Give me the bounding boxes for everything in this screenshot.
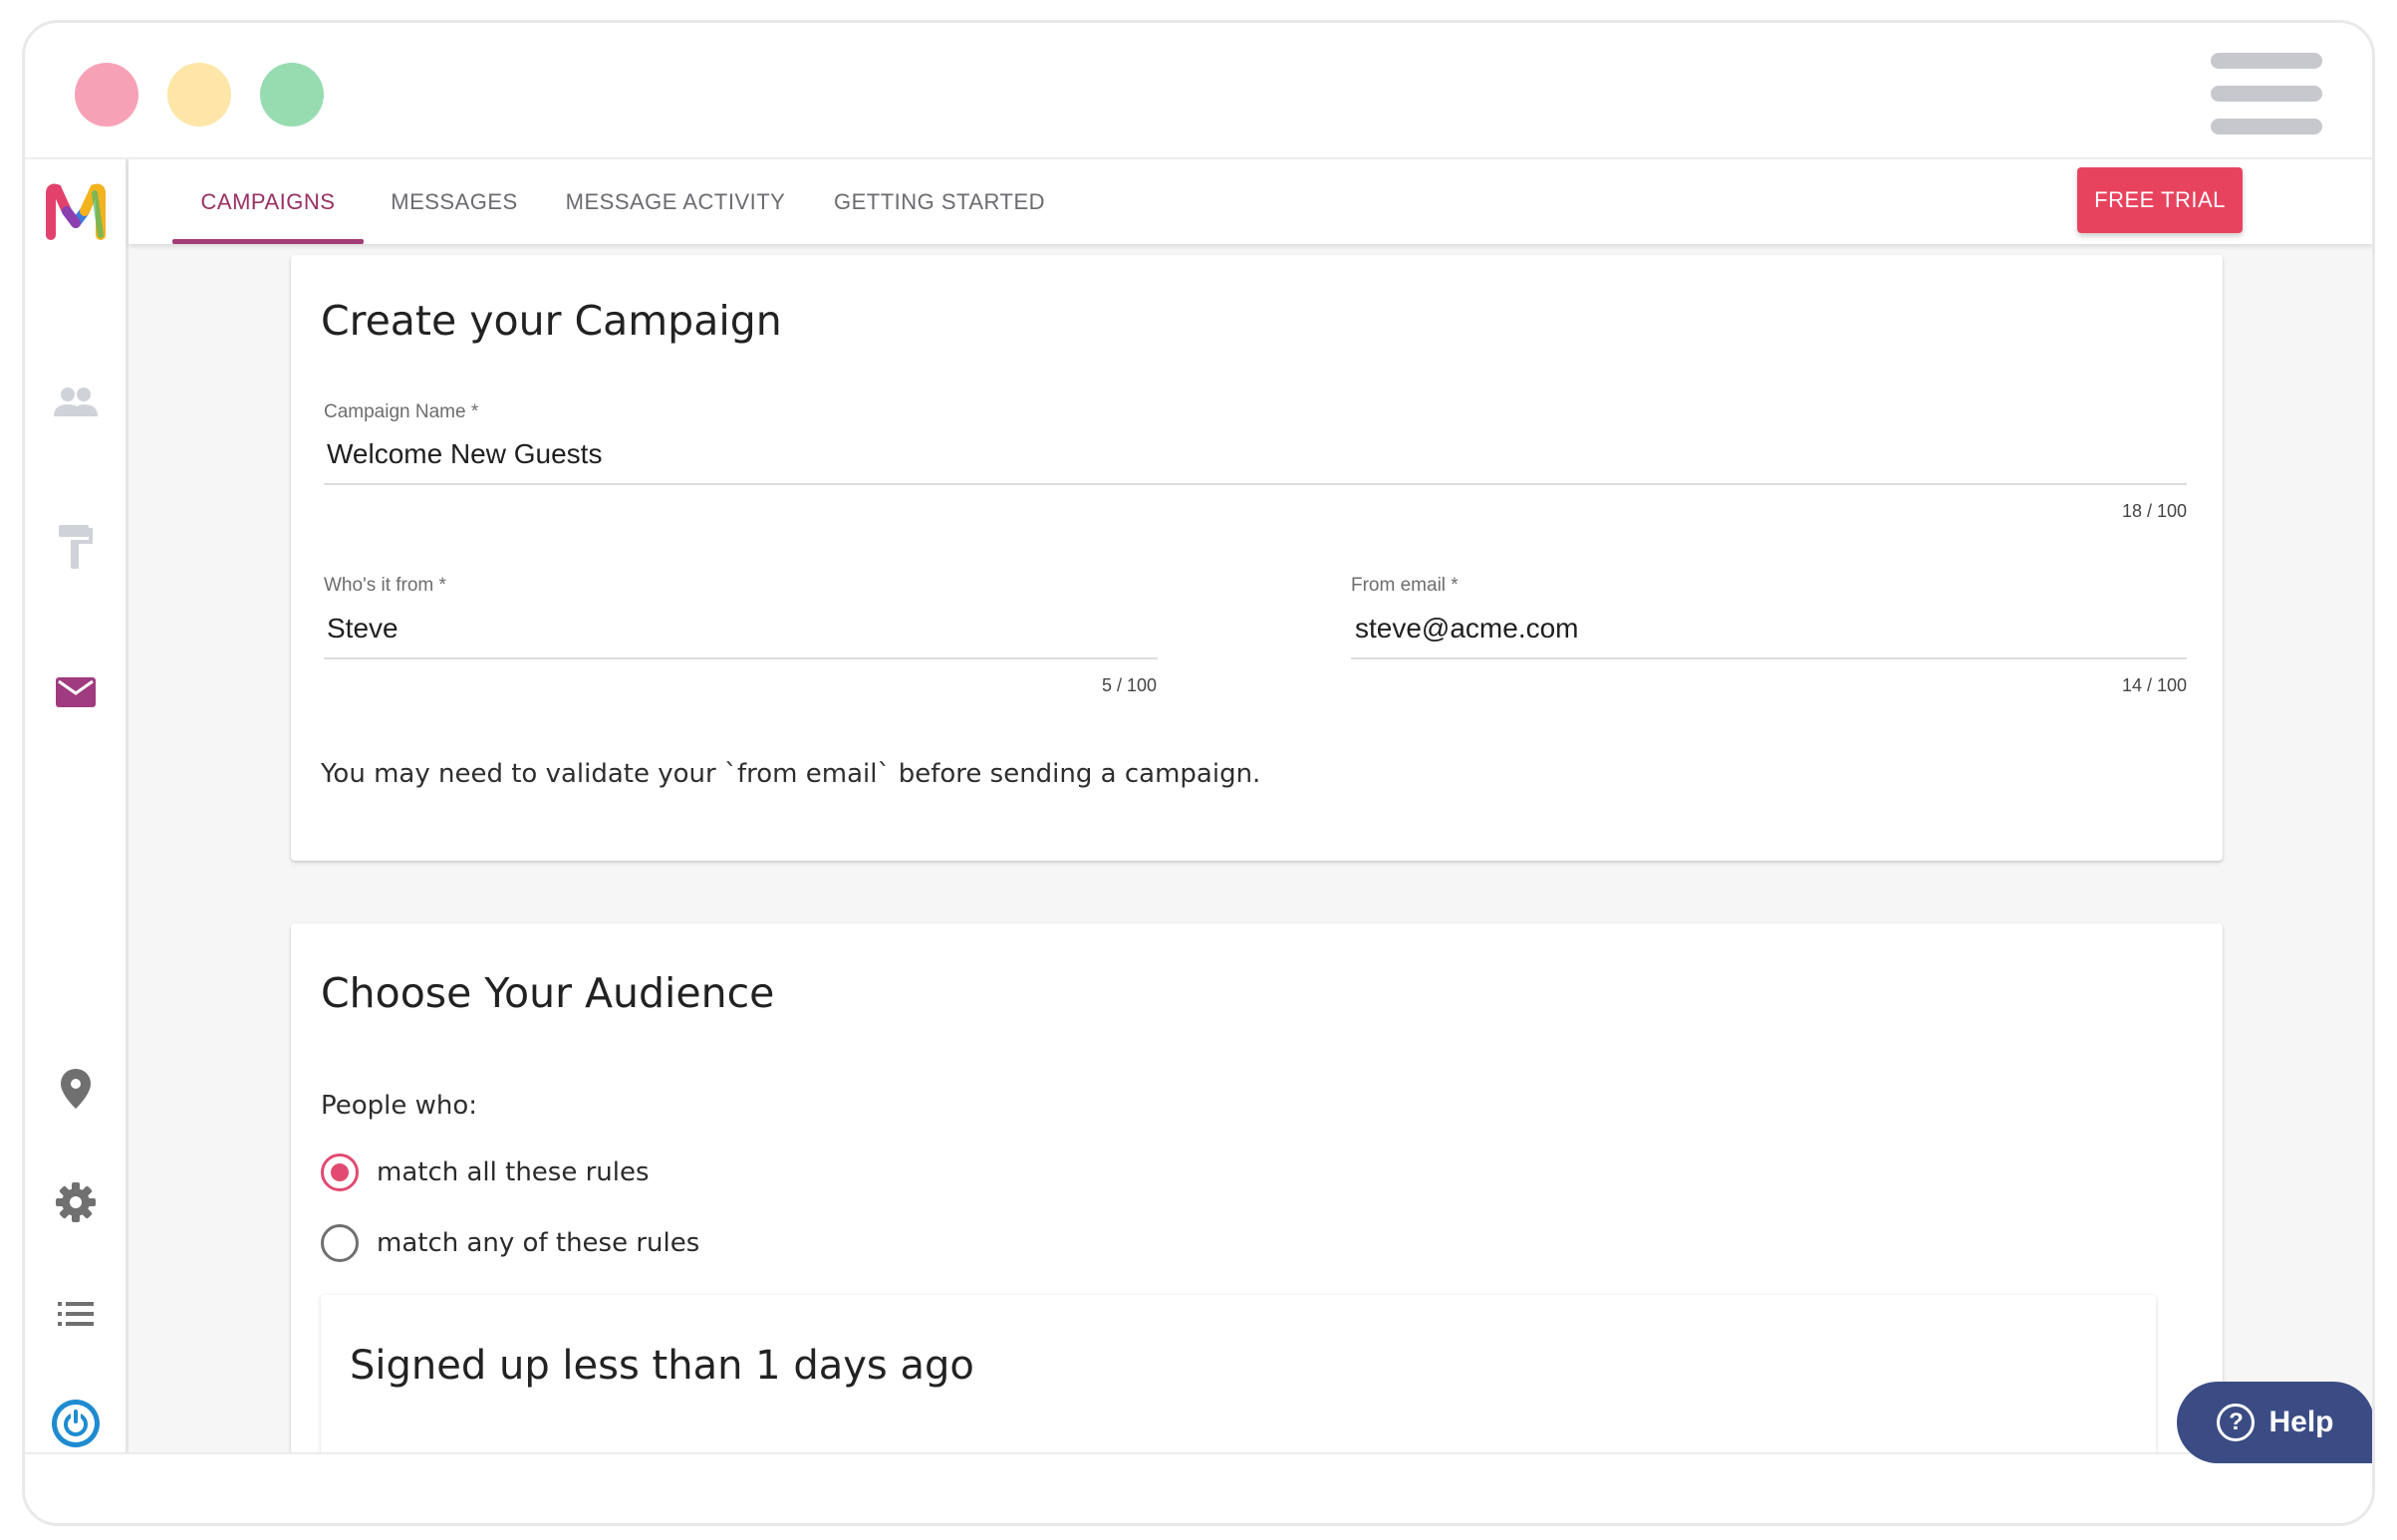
campaign-name-counter: 18 / 100	[2121, 501, 2187, 521]
match-any-option[interactable]: match any of these rules	[321, 1223, 699, 1263]
radio-match-any[interactable]	[321, 1224, 359, 1262]
location-pin-icon[interactable]	[43, 1056, 109, 1122]
brand-logo-m-icon[interactable]	[43, 179, 109, 245]
match-all-option[interactable]: match all these rules	[321, 1153, 650, 1192]
browser-window: CAMPAIGNS MESSAGES MESSAGE ACTIVITY GETT…	[22, 20, 2375, 1526]
campaign-name-label: Campaign Name *	[324, 401, 479, 422]
from-name-input[interactable]	[327, 609, 1144, 648]
rule-text: Signed up less than 1 days ago	[350, 1343, 974, 1389]
tab-message-activity[interactable]: MESSAGE ACTIVITY	[545, 159, 806, 244]
match-all-label: match all these rules	[377, 1157, 650, 1187]
power-icon[interactable]	[43, 1391, 109, 1452]
gear-icon[interactable]	[43, 1169, 109, 1235]
app-area: CAMPAIGNS MESSAGES MESSAGE ACTIVITY GETT…	[25, 157, 2372, 1454]
sidebar	[25, 159, 129, 1452]
campaign-name-input[interactable]	[327, 434, 2180, 474]
tab-messages[interactable]: MESSAGES	[364, 159, 545, 244]
tab-getting-started[interactable]: GETTING STARTED	[806, 159, 1073, 244]
create-campaign-card: Create your Campaign Campaign Name * 18 …	[291, 255, 2223, 861]
match-any-label: match any of these rules	[377, 1228, 700, 1258]
tab-campaigns[interactable]: CAMPAIGNS	[172, 159, 364, 244]
people-icon[interactable]	[43, 369, 109, 434]
mail-icon[interactable]	[43, 659, 109, 725]
card-title: Create your Campaign	[321, 297, 782, 345]
hamburger-menu-icon[interactable]	[2211, 53, 2322, 134]
help-icon: ?	[2217, 1404, 2256, 1441]
help-label: Help	[2268, 1406, 2334, 1438]
choose-audience-card: Choose Your Audience People who: match a…	[291, 923, 2223, 1452]
from-email-label: From email *	[1351, 575, 1459, 596]
maximize-window-button[interactable]	[260, 63, 324, 127]
from-name-label: Who's it from *	[324, 575, 446, 596]
paint-roller-icon[interactable]	[43, 514, 109, 580]
from-email-underline	[1351, 657, 2187, 659]
radio-match-all[interactable]	[321, 1154, 359, 1191]
card-title: Choose Your Audience	[321, 969, 775, 1017]
help-button[interactable]: ? Help	[2177, 1382, 2372, 1463]
close-window-button[interactable]	[75, 63, 138, 127]
from-email-input[interactable]	[1355, 609, 2182, 648]
free-trial-button[interactable]: FREE TRIAL	[2077, 167, 2243, 233]
rule-card[interactable]: Signed up less than 1 days ago	[321, 1295, 2156, 1452]
top-navigation: CAMPAIGNS MESSAGES MESSAGE ACTIVITY GETT…	[129, 159, 2372, 244]
campaign-name-underline	[324, 483, 2187, 485]
from-email-counter: 14 / 100	[2121, 675, 2187, 695]
from-name-counter: 5 / 100	[1101, 675, 1157, 695]
list-icon[interactable]	[43, 1281, 109, 1347]
validate-email-hint: You may need to validate your `from emai…	[321, 759, 1261, 789]
minimize-window-button[interactable]	[167, 63, 231, 127]
from-name-underline	[324, 657, 1158, 659]
people-who-label: People who:	[321, 1091, 478, 1121]
